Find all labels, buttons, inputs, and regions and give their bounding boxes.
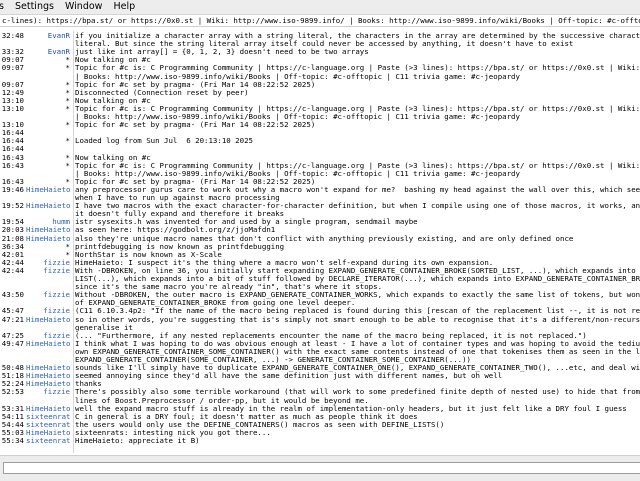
- message-text: HimeHaieto: appreciate it B): [75, 436, 200, 445]
- message-input[interactable]: [3, 462, 640, 474]
- topic-bar[interactable]: c-lines): https://bpa.st/ or https://0x0…: [0, 15, 640, 27]
- menu-item-0[interactable]: s: [0, 0, 9, 14]
- chat-line: 6:55:34]sixteenrats HimeHaieto: appreciat…: [0, 436, 640, 445]
- input-bar: [0, 455, 640, 481]
- menu-help[interactable]: Help: [110, 0, 140, 14]
- menu-window[interactable]: Window: [62, 0, 107, 14]
- menu-settings[interactable]: Settings: [12, 0, 59, 14]
- chat-log[interactable]: 2:32:48]EvanRif you initialize a charact…: [0, 31, 640, 453]
- nick[interactable]: sixteenrats: [26, 436, 70, 445]
- menu-bar: s Settings Window Help: [0, 0, 640, 15]
- timestamp: 6:55:34]: [0, 436, 24, 445]
